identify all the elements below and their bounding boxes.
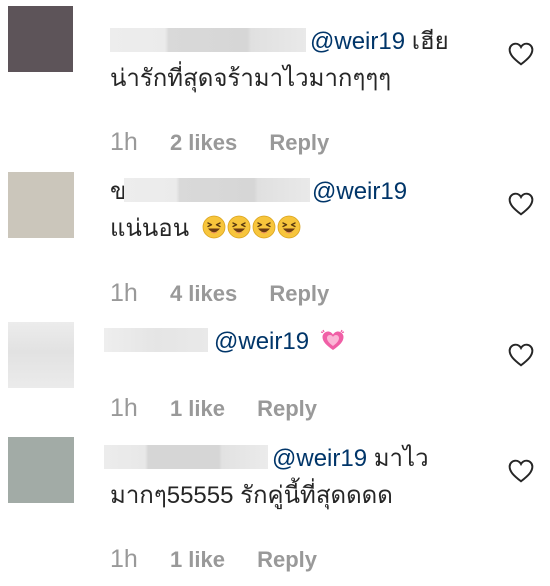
comment-text-line-1b: @weir19 — [312, 178, 407, 206]
comment-text-line-2: มากๆ55555 รักคู่นี้ที่สุดดดด — [110, 482, 393, 510]
laughing-face-emoji — [277, 215, 301, 239]
reply-button[interactable]: Reply — [257, 396, 317, 421]
comment-meta: 1h 1 like Reply — [110, 395, 317, 422]
avatar[interactable] — [8, 437, 74, 503]
comment-text-line-1: @weir19 เฮีย — [310, 28, 449, 56]
laughing-face-emoji — [202, 215, 226, 239]
reply-button[interactable]: Reply — [269, 130, 329, 155]
comment-text-line-2: น่ารักที่สุดจร้ามาไวมากๆๆๆ — [110, 65, 391, 93]
comment-timestamp[interactable]: 1h — [110, 394, 138, 422]
comment-text-line-1: @weir19 มาไว — [272, 445, 429, 473]
mention-link[interactable]: @weir19 — [272, 445, 367, 472]
reply-button[interactable]: Reply — [257, 547, 317, 572]
sparkling-heart-emoji — [320, 329, 344, 350]
laughing-face-emoji — [252, 215, 276, 239]
comment-likes-count[interactable]: 2 likes — [170, 130, 237, 155]
redacted-username — [124, 178, 310, 202]
comment-timestamp[interactable]: 1h — [110, 545, 138, 573]
heart-outline-icon[interactable] — [508, 459, 534, 483]
comment-timestamp[interactable]: 1h — [110, 128, 138, 156]
comment-text: มาไว — [373, 445, 429, 472]
comment-text: มากๆ55555 รักคู่นี้ที่สุดดดด — [110, 482, 393, 509]
reply-button[interactable]: Reply — [269, 281, 329, 306]
comment-meta: 1h 4 likes Reply — [110, 280, 329, 307]
redacted-username — [104, 328, 208, 352]
comment-meta: 1h 1 like Reply — [110, 546, 317, 573]
heart-outline-icon[interactable] — [508, 343, 534, 367]
comment-meta: 1h 2 likes Reply — [110, 129, 329, 156]
avatar[interactable] — [8, 172, 74, 238]
comment-timestamp[interactable]: 1h — [110, 279, 138, 307]
comment-text-line-2: แน่นอน — [110, 215, 302, 243]
comment-likes-count[interactable]: 1 like — [170, 547, 225, 572]
avatar[interactable] — [8, 322, 74, 388]
avatar[interactable] — [8, 6, 73, 72]
heart-outline-icon[interactable] — [508, 42, 534, 66]
mention-link[interactable]: @weir19 — [214, 328, 309, 355]
redacted-username — [110, 28, 306, 52]
comment-text: น่ารักที่สุดจร้ามาไวมากๆๆๆ — [110, 65, 392, 92]
comment-likes-count[interactable]: 4 likes — [170, 281, 237, 306]
laughing-face-emoji — [227, 215, 251, 239]
mention-link[interactable]: @weir19 — [312, 178, 407, 205]
mention-link[interactable]: @weir19 — [310, 28, 405, 55]
comment-likes-count[interactable]: 1 like — [170, 396, 225, 421]
emoji-group — [202, 215, 302, 242]
comment-text-line-1: @weir19 — [214, 328, 346, 356]
redacted-username — [104, 445, 268, 469]
comment-text: เฮีย — [411, 28, 449, 55]
comment-text: แน่นอน — [110, 215, 190, 242]
heart-outline-icon[interactable] — [508, 192, 534, 216]
